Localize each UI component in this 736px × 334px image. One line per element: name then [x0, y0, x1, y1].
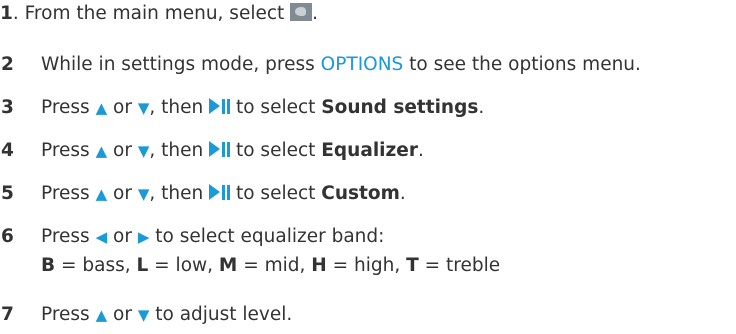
- down-arrow-icon: ▼: [137, 99, 150, 117]
- step-number: 5: [1, 183, 14, 204]
- step-text: Press: [41, 140, 96, 161]
- up-arrow-icon: ▲: [95, 99, 108, 117]
- step-text: . From the main menu, select: [12, 3, 285, 24]
- options-key-label: OPTIONS: [320, 54, 404, 75]
- step-text: or: [107, 183, 138, 204]
- step-text: or: [107, 304, 138, 325]
- step-text: to adjust level.: [149, 304, 293, 325]
- down-arrow-icon: ▼: [137, 142, 150, 160]
- step-text: While in settings mode, press: [41, 54, 321, 75]
- band-label: = high: [326, 255, 395, 276]
- down-arrow-icon: ▼: [137, 306, 150, 324]
- step-number: 6: [1, 226, 14, 247]
- step-end: .: [312, 3, 319, 24]
- step-text: or: [107, 97, 138, 118]
- step-target: Custom: [321, 183, 400, 204]
- play-pause-icon: [209, 98, 231, 114]
- step-number: 1: [0, 3, 13, 24]
- band-label: = mid: [237, 255, 300, 276]
- step-target: Equalizer: [321, 140, 418, 161]
- step-text: , then: [149, 97, 210, 118]
- step-text: or: [107, 140, 138, 161]
- step-text: or: [107, 226, 138, 247]
- right-arrow-icon: ▶: [137, 228, 150, 246]
- settings-menu-icon: [290, 3, 313, 21]
- play-pause-icon: [209, 184, 231, 200]
- up-arrow-icon: ▲: [95, 185, 108, 203]
- band-key: T: [406, 255, 419, 276]
- step-number: 7: [1, 304, 14, 325]
- step-text: to select: [230, 183, 322, 204]
- band-label: = treble: [418, 255, 501, 276]
- left-arrow-icon: ◀: [95, 228, 108, 246]
- down-arrow-icon: ▼: [137, 185, 150, 203]
- step-target: Sound settings: [321, 97, 479, 118]
- band-label: = low: [148, 255, 208, 276]
- step-end: .: [478, 97, 485, 118]
- step-text: to select: [230, 97, 322, 118]
- up-arrow-icon: ▲: [95, 142, 108, 160]
- step-text: to select: [230, 140, 322, 161]
- step-end: .: [399, 183, 406, 204]
- band-key: M: [218, 255, 238, 276]
- step-end: .: [417, 140, 424, 161]
- step-number: 4: [1, 140, 14, 161]
- step-text: to select equalizer band:: [149, 226, 385, 247]
- step-number: 3: [1, 97, 14, 118]
- play-pause-icon: [209, 141, 231, 157]
- band-key: B: [41, 255, 56, 276]
- band-key: L: [136, 255, 149, 276]
- step-text: Press: [41, 304, 96, 325]
- band-label: = bass: [55, 255, 125, 276]
- step-text: , then: [149, 183, 210, 204]
- step-text: Press: [41, 183, 96, 204]
- step-text: to see the options menu.: [403, 54, 641, 75]
- band-key: H: [311, 255, 327, 276]
- step-text: Press: [41, 226, 96, 247]
- step-text: Press: [41, 97, 96, 118]
- up-arrow-icon: ▲: [95, 306, 108, 324]
- step-number: 2: [1, 54, 14, 75]
- step-text: , then: [149, 140, 210, 161]
